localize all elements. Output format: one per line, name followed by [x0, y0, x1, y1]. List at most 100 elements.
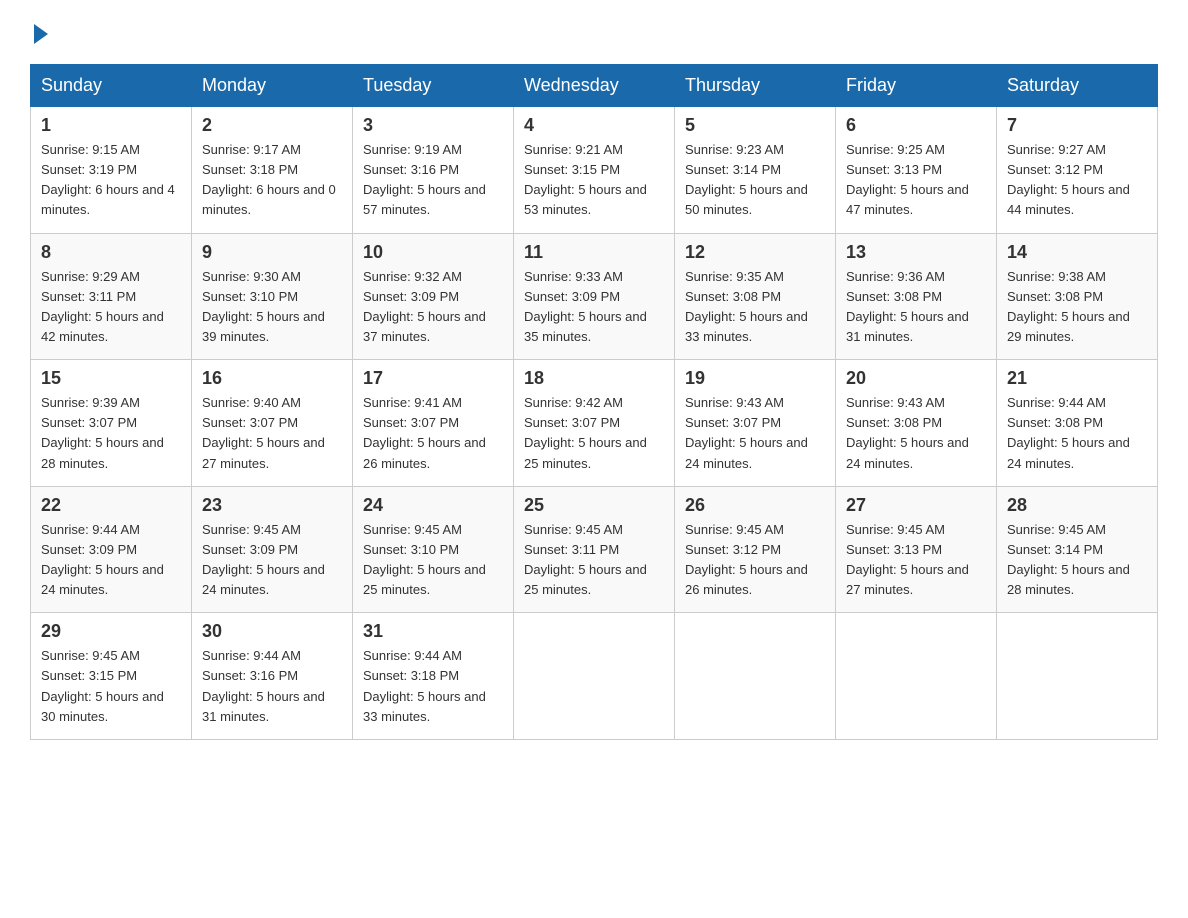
day-cell — [514, 613, 675, 740]
day-info: Sunrise: 9:44 AM Sunset: 3:08 PM Dayligh… — [1007, 393, 1147, 474]
day-number: 12 — [685, 242, 825, 263]
day-number: 4 — [524, 115, 664, 136]
day-info: Sunrise: 9:41 AM Sunset: 3:07 PM Dayligh… — [363, 393, 503, 474]
header-row: SundayMondayTuesdayWednesdayThursdayFrid… — [31, 65, 1158, 107]
day-cell: 21 Sunrise: 9:44 AM Sunset: 3:08 PM Dayli… — [997, 360, 1158, 487]
day-info: Sunrise: 9:40 AM Sunset: 3:07 PM Dayligh… — [202, 393, 342, 474]
day-number: 18 — [524, 368, 664, 389]
day-number: 29 — [41, 621, 181, 642]
day-number: 20 — [846, 368, 986, 389]
day-cell: 28 Sunrise: 9:45 AM Sunset: 3:14 PM Dayli… — [997, 486, 1158, 613]
day-cell: 14 Sunrise: 9:38 AM Sunset: 3:08 PM Dayli… — [997, 233, 1158, 360]
day-number: 7 — [1007, 115, 1147, 136]
day-cell: 26 Sunrise: 9:45 AM Sunset: 3:12 PM Dayli… — [675, 486, 836, 613]
day-info: Sunrise: 9:45 AM Sunset: 3:09 PM Dayligh… — [202, 520, 342, 601]
day-info: Sunrise: 9:44 AM Sunset: 3:16 PM Dayligh… — [202, 646, 342, 727]
day-cell: 2 Sunrise: 9:17 AM Sunset: 3:18 PM Daylig… — [192, 107, 353, 234]
day-info: Sunrise: 9:44 AM Sunset: 3:18 PM Dayligh… — [363, 646, 503, 727]
day-info: Sunrise: 9:45 AM Sunset: 3:15 PM Dayligh… — [41, 646, 181, 727]
day-cell: 4 Sunrise: 9:21 AM Sunset: 3:15 PM Daylig… — [514, 107, 675, 234]
day-info: Sunrise: 9:33 AM Sunset: 3:09 PM Dayligh… — [524, 267, 664, 348]
day-number: 1 — [41, 115, 181, 136]
day-cell: 12 Sunrise: 9:35 AM Sunset: 3:08 PM Dayli… — [675, 233, 836, 360]
day-cell: 5 Sunrise: 9:23 AM Sunset: 3:14 PM Daylig… — [675, 107, 836, 234]
calendar-table: SundayMondayTuesdayWednesdayThursdayFrid… — [30, 64, 1158, 740]
day-number: 10 — [363, 242, 503, 263]
day-cell: 30 Sunrise: 9:44 AM Sunset: 3:16 PM Dayli… — [192, 613, 353, 740]
day-number: 6 — [846, 115, 986, 136]
page-header — [30, 20, 1158, 44]
day-info: Sunrise: 9:30 AM Sunset: 3:10 PM Dayligh… — [202, 267, 342, 348]
day-cell — [997, 613, 1158, 740]
day-number: 21 — [1007, 368, 1147, 389]
day-cell: 19 Sunrise: 9:43 AM Sunset: 3:07 PM Dayli… — [675, 360, 836, 487]
day-number: 24 — [363, 495, 503, 516]
day-cell: 9Sunrise: 9:30 AM Sunset: 3:10 PM Daylig… — [192, 233, 353, 360]
day-info: Sunrise: 9:35 AM Sunset: 3:08 PM Dayligh… — [685, 267, 825, 348]
day-info: Sunrise: 9:36 AM Sunset: 3:08 PM Dayligh… — [846, 267, 986, 348]
day-info: Sunrise: 9:43 AM Sunset: 3:07 PM Dayligh… — [685, 393, 825, 474]
day-cell: 11 Sunrise: 9:33 AM Sunset: 3:09 PM Dayli… — [514, 233, 675, 360]
day-info: Sunrise: 9:45 AM Sunset: 3:10 PM Dayligh… — [363, 520, 503, 601]
day-info: Sunrise: 9:29 AM Sunset: 3:11 PM Dayligh… — [41, 267, 181, 348]
day-number: 31 — [363, 621, 503, 642]
day-cell: 7 Sunrise: 9:27 AM Sunset: 3:12 PM Daylig… — [997, 107, 1158, 234]
day-number: 8 — [41, 242, 181, 263]
day-info: Sunrise: 9:23 AM Sunset: 3:14 PM Dayligh… — [685, 140, 825, 221]
day-info: Sunrise: 9:45 AM Sunset: 3:14 PM Dayligh… — [1007, 520, 1147, 601]
day-info: Sunrise: 9:21 AM Sunset: 3:15 PM Dayligh… — [524, 140, 664, 221]
day-number: 11 — [524, 242, 664, 263]
day-cell: 16 Sunrise: 9:40 AM Sunset: 3:07 PM Dayli… — [192, 360, 353, 487]
day-cell: 31 Sunrise: 9:44 AM Sunset: 3:18 PM Dayli… — [353, 613, 514, 740]
day-info: Sunrise: 9:15 AM Sunset: 3:19 PM Dayligh… — [41, 140, 181, 221]
day-cell: 24 Sunrise: 9:45 AM Sunset: 3:10 PM Dayli… — [353, 486, 514, 613]
day-info: Sunrise: 9:45 AM Sunset: 3:12 PM Dayligh… — [685, 520, 825, 601]
day-cell: 8 Sunrise: 9:29 AM Sunset: 3:11 PM Daylig… — [31, 233, 192, 360]
day-cell: 3Sunrise: 9:19 AM Sunset: 3:16 PM Daylig… — [353, 107, 514, 234]
day-cell: 10 Sunrise: 9:32 AM Sunset: 3:09 PM Dayli… — [353, 233, 514, 360]
day-cell: 13 Sunrise: 9:36 AM Sunset: 3:08 PM Dayli… — [836, 233, 997, 360]
day-number: 2 — [202, 115, 342, 136]
day-cell: 25 Sunrise: 9:45 AM Sunset: 3:11 PM Dayli… — [514, 486, 675, 613]
week-row-1: 1 Sunrise: 9:15 AM Sunset: 3:19 PM Daylig… — [31, 107, 1158, 234]
column-header-wednesday: Wednesday — [514, 65, 675, 107]
column-header-saturday: Saturday — [997, 65, 1158, 107]
logo — [30, 20, 48, 44]
day-cell: 29 Sunrise: 9:45 AM Sunset: 3:15 PM Dayli… — [31, 613, 192, 740]
week-row-3: 15 Sunrise: 9:39 AM Sunset: 3:07 PM Dayli… — [31, 360, 1158, 487]
day-info: Sunrise: 9:42 AM Sunset: 3:07 PM Dayligh… — [524, 393, 664, 474]
day-number: 13 — [846, 242, 986, 263]
week-row-4: 22 Sunrise: 9:44 AM Sunset: 3:09 PM Dayli… — [31, 486, 1158, 613]
day-number: 22 — [41, 495, 181, 516]
day-number: 28 — [1007, 495, 1147, 516]
day-number: 5 — [685, 115, 825, 136]
day-number: 26 — [685, 495, 825, 516]
day-info: Sunrise: 9:44 AM Sunset: 3:09 PM Dayligh… — [41, 520, 181, 601]
day-info: Sunrise: 9:27 AM Sunset: 3:12 PM Dayligh… — [1007, 140, 1147, 221]
day-cell: 20Sunrise: 9:43 AM Sunset: 3:08 PM Dayli… — [836, 360, 997, 487]
day-info: Sunrise: 9:38 AM Sunset: 3:08 PM Dayligh… — [1007, 267, 1147, 348]
day-cell: 23Sunrise: 9:45 AM Sunset: 3:09 PM Dayli… — [192, 486, 353, 613]
day-cell: 1 Sunrise: 9:15 AM Sunset: 3:19 PM Daylig… — [31, 107, 192, 234]
column-header-sunday: Sunday — [31, 65, 192, 107]
day-info: Sunrise: 9:39 AM Sunset: 3:07 PM Dayligh… — [41, 393, 181, 474]
column-header-tuesday: Tuesday — [353, 65, 514, 107]
day-info: Sunrise: 9:32 AM Sunset: 3:09 PM Dayligh… — [363, 267, 503, 348]
day-cell: 15 Sunrise: 9:39 AM Sunset: 3:07 PM Dayli… — [31, 360, 192, 487]
day-number: 14 — [1007, 242, 1147, 263]
day-number: 16 — [202, 368, 342, 389]
day-cell — [836, 613, 997, 740]
day-cell: 18 Sunrise: 9:42 AM Sunset: 3:07 PM Dayli… — [514, 360, 675, 487]
day-number: 19 — [685, 368, 825, 389]
day-cell: 6Sunrise: 9:25 AM Sunset: 3:13 PM Daylig… — [836, 107, 997, 234]
day-info: Sunrise: 9:45 AM Sunset: 3:11 PM Dayligh… — [524, 520, 664, 601]
day-info: Sunrise: 9:17 AM Sunset: 3:18 PM Dayligh… — [202, 140, 342, 221]
day-number: 25 — [524, 495, 664, 516]
week-row-5: 29 Sunrise: 9:45 AM Sunset: 3:15 PM Dayli… — [31, 613, 1158, 740]
day-number: 15 — [41, 368, 181, 389]
week-row-2: 8 Sunrise: 9:29 AM Sunset: 3:11 PM Daylig… — [31, 233, 1158, 360]
column-header-friday: Friday — [836, 65, 997, 107]
day-number: 30 — [202, 621, 342, 642]
day-number: 27 — [846, 495, 986, 516]
logo-arrow-icon — [34, 24, 48, 44]
